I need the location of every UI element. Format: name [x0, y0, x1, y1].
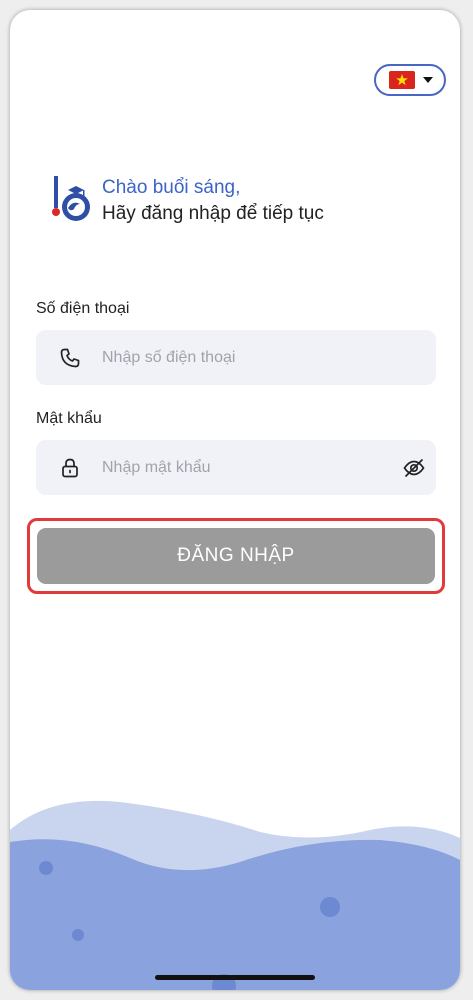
lock-icon: [62, 458, 78, 478]
vietnam-flag-icon: [389, 71, 415, 89]
phone-label: Số điện thoại: [36, 300, 130, 317]
wave-decoration: [10, 800, 460, 990]
password-input[interactable]: [102, 440, 382, 495]
app-logo: [52, 176, 90, 221]
phone-icon: [60, 348, 80, 368]
home-indicator: [155, 975, 315, 980]
login-button[interactable]: ĐĂNG NHẬP: [37, 528, 435, 584]
phone-input[interactable]: [102, 330, 382, 385]
login-prompt-text: Hãy đăng nhập để tiếp tục: [102, 203, 324, 224]
phone-field[interactable]: [36, 330, 436, 385]
password-label: Mật khẩu: [36, 410, 102, 427]
caret-down-icon: [423, 77, 433, 83]
eye-off-icon[interactable]: [402, 456, 426, 480]
password-field[interactable]: [36, 440, 436, 495]
greeting-text: Chào buổi sáng,: [102, 177, 241, 198]
login-screen: Chào buổi sáng, Hãy đăng nhập để tiếp tụ…: [10, 10, 460, 990]
language-selector[interactable]: [374, 64, 446, 96]
